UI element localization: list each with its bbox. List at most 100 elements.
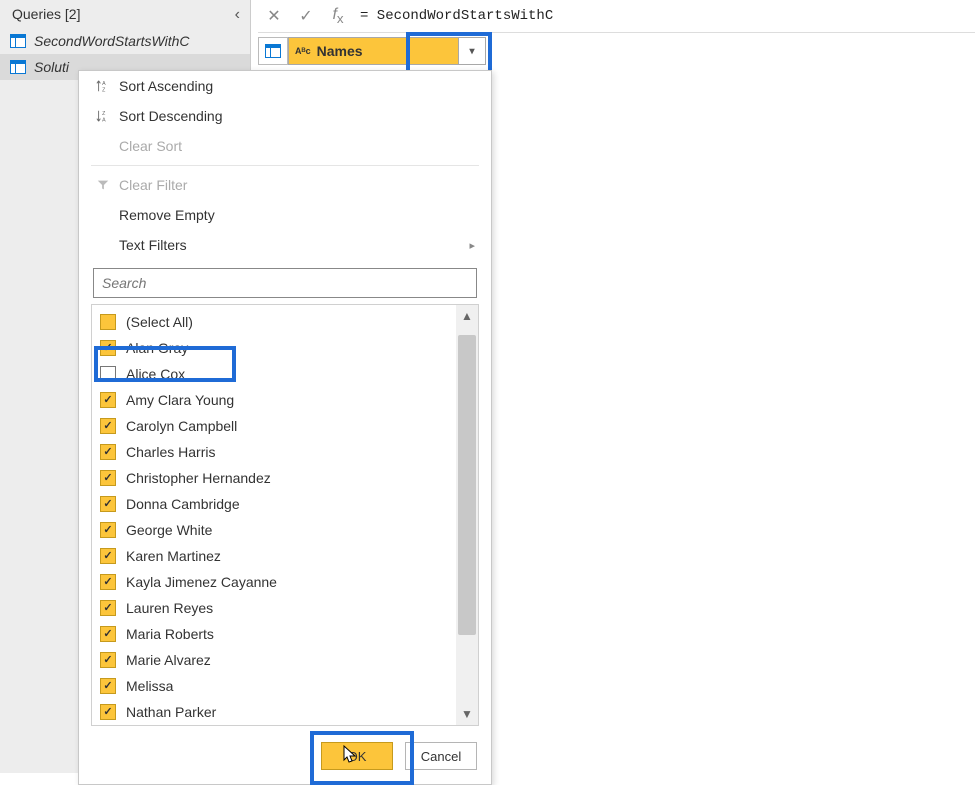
filter-value-label: Marie Alvarez	[126, 649, 211, 671]
checkbox-unchecked-icon[interactable]	[100, 366, 116, 382]
svg-text:Z: Z	[102, 111, 106, 117]
filter-icon	[93, 178, 113, 192]
filter-row[interactable]: Maria Roberts	[92, 621, 456, 647]
menu-label: Sort Descending	[119, 108, 223, 124]
filter-row[interactable]: Lauren Reyes	[92, 595, 456, 621]
filter-row[interactable]: Amy Clara Young	[92, 387, 456, 413]
column-header-row: Aᴮᴄ Names ▾	[258, 37, 975, 65]
sort-descending[interactable]: ZA Sort Descending	[79, 101, 491, 131]
menu-label: Clear Sort	[119, 138, 182, 154]
menu-label: Sort Ascending	[119, 78, 213, 94]
checkbox-checked-icon[interactable]	[100, 548, 116, 564]
filter-value-label: Donna Cambridge	[126, 493, 240, 515]
scroll-down-icon[interactable]: ▼	[456, 703, 478, 725]
queries-header: Queries [2] ‹	[0, 0, 250, 28]
search-wrap	[79, 260, 491, 302]
ok-button[interactable]: OK	[321, 742, 393, 770]
select-all-label: (Select All)	[126, 311, 193, 333]
checkbox-checked-icon[interactable]	[100, 522, 116, 538]
filter-value-label: Christopher Hernandez	[126, 467, 271, 489]
queries-title: Queries [2]	[12, 6, 80, 22]
filter-row[interactable]: Alice Cox	[92, 361, 456, 387]
accept-formula-icon[interactable]: ✓	[290, 6, 322, 26]
checkbox-checked-icon[interactable]	[100, 418, 116, 434]
column-filter-dropdown[interactable]: ▾	[458, 38, 485, 64]
filter-value-label: Amy Clara Young	[126, 389, 234, 411]
svg-text:Z: Z	[102, 87, 106, 93]
clear-filter: Clear Filter	[79, 170, 491, 200]
table-icon	[10, 60, 26, 74]
filter-value-label: Melissa	[126, 675, 173, 697]
cancel-button[interactable]: Cancel	[405, 742, 477, 770]
collapse-icon[interactable]: ‹	[235, 6, 240, 24]
checkbox-checked-icon[interactable]	[100, 626, 116, 642]
table-icon	[10, 34, 26, 48]
chevron-down-icon: ▾	[469, 46, 474, 57]
filter-value-label: Charles Harris	[126, 441, 215, 463]
filter-values-list: (Select All) Alan Gray Alice Cox Amy Clara…	[91, 304, 479, 726]
checkbox-checked-icon[interactable]	[100, 704, 116, 720]
filter-row[interactable]: Nathan Parker	[92, 699, 456, 725]
checkbox-checked-icon[interactable]	[100, 652, 116, 668]
filter-row[interactable]: Carolyn Campbell	[92, 413, 456, 439]
filter-value-label: Alice Cox	[126, 363, 185, 385]
filter-row[interactable]: Alan Gray	[92, 335, 456, 361]
text-filters[interactable]: Text Filters	[79, 230, 491, 260]
filter-row[interactable]: Christopher Hernandez	[92, 465, 456, 491]
formula-text[interactable]: = SecondWordStartsWithC	[354, 8, 553, 24]
clear-sort: Clear Sort	[79, 131, 491, 161]
column-name: Names	[317, 43, 363, 59]
scroll-thumb[interactable]	[458, 335, 476, 635]
filter-value-label: Maria Roberts	[126, 623, 214, 645]
filter-row[interactable]: George White	[92, 517, 456, 543]
cancel-label: Cancel	[421, 749, 461, 764]
scrollbar[interactable]: ▲ ▼	[456, 305, 478, 725]
scroll-up-icon[interactable]: ▲	[456, 305, 478, 327]
select-all-row[interactable]: (Select All)	[92, 309, 456, 335]
checkbox-checked-icon[interactable]	[100, 444, 116, 460]
query-label: Soluti	[34, 59, 69, 75]
sort-ascending[interactable]: AZ Sort Ascending	[79, 71, 491, 101]
text-type-icon: Aᴮᴄ	[295, 46, 311, 56]
svg-text:A: A	[102, 81, 106, 87]
checkbox-checked-icon[interactable]	[100, 574, 116, 590]
filter-value-label: George White	[126, 519, 212, 541]
formula-bar: ✕ ✓ fx = SecondWordStartsWithC	[258, 0, 975, 33]
checkbox-checked-icon[interactable]	[100, 470, 116, 486]
filter-row[interactable]: Donna Cambridge	[92, 491, 456, 517]
cancel-formula-icon[interactable]: ✕	[258, 6, 290, 26]
filter-menu: AZ Sort Ascending ZA Sort Descending Cle…	[78, 70, 492, 785]
filter-row[interactable]: Charles Harris	[92, 439, 456, 465]
menu-label: Text Filters	[119, 237, 187, 253]
menu-label: Remove Empty	[119, 207, 215, 223]
search-input[interactable]	[93, 268, 477, 298]
ok-label: OK	[348, 749, 367, 764]
filter-row[interactable]: Kayla Jimenez Cayanne	[92, 569, 456, 595]
column-header-names[interactable]: Aᴮᴄ Names ▾	[288, 37, 486, 65]
filter-value-label: Nathan Parker	[126, 701, 216, 723]
sort-desc-icon: ZA	[93, 109, 113, 123]
checkbox-indeterminate-icon[interactable]	[100, 314, 116, 330]
query-label: SecondWordStartsWithC	[34, 33, 189, 49]
filter-value-label: Kayla Jimenez Cayanne	[126, 571, 277, 593]
checkbox-checked-icon[interactable]	[100, 340, 116, 356]
query-item[interactable]: SecondWordStartsWithC	[0, 28, 250, 54]
checkbox-checked-icon[interactable]	[100, 392, 116, 408]
filter-value-label: Lauren Reyes	[126, 597, 213, 619]
filter-row[interactable]: Marie Alvarez	[92, 647, 456, 673]
row-handle-icon[interactable]	[258, 37, 288, 65]
filter-value-label: Alan Gray	[126, 337, 188, 359]
separator	[91, 165, 479, 166]
button-row: OK Cancel	[79, 732, 491, 784]
remove-empty[interactable]: Remove Empty	[79, 200, 491, 230]
checkbox-checked-icon[interactable]	[100, 600, 116, 616]
checkbox-checked-icon[interactable]	[100, 678, 116, 694]
filter-row[interactable]: Melissa	[92, 673, 456, 699]
svg-text:A: A	[102, 117, 106, 123]
fx-icon[interactable]: fx	[322, 6, 354, 26]
checkbox-checked-icon[interactable]	[100, 496, 116, 512]
menu-label: Clear Filter	[119, 177, 187, 193]
filter-row[interactable]: Karen Martinez	[92, 543, 456, 569]
ok-wrap: OK	[321, 742, 393, 770]
sort-asc-icon: AZ	[93, 79, 113, 93]
